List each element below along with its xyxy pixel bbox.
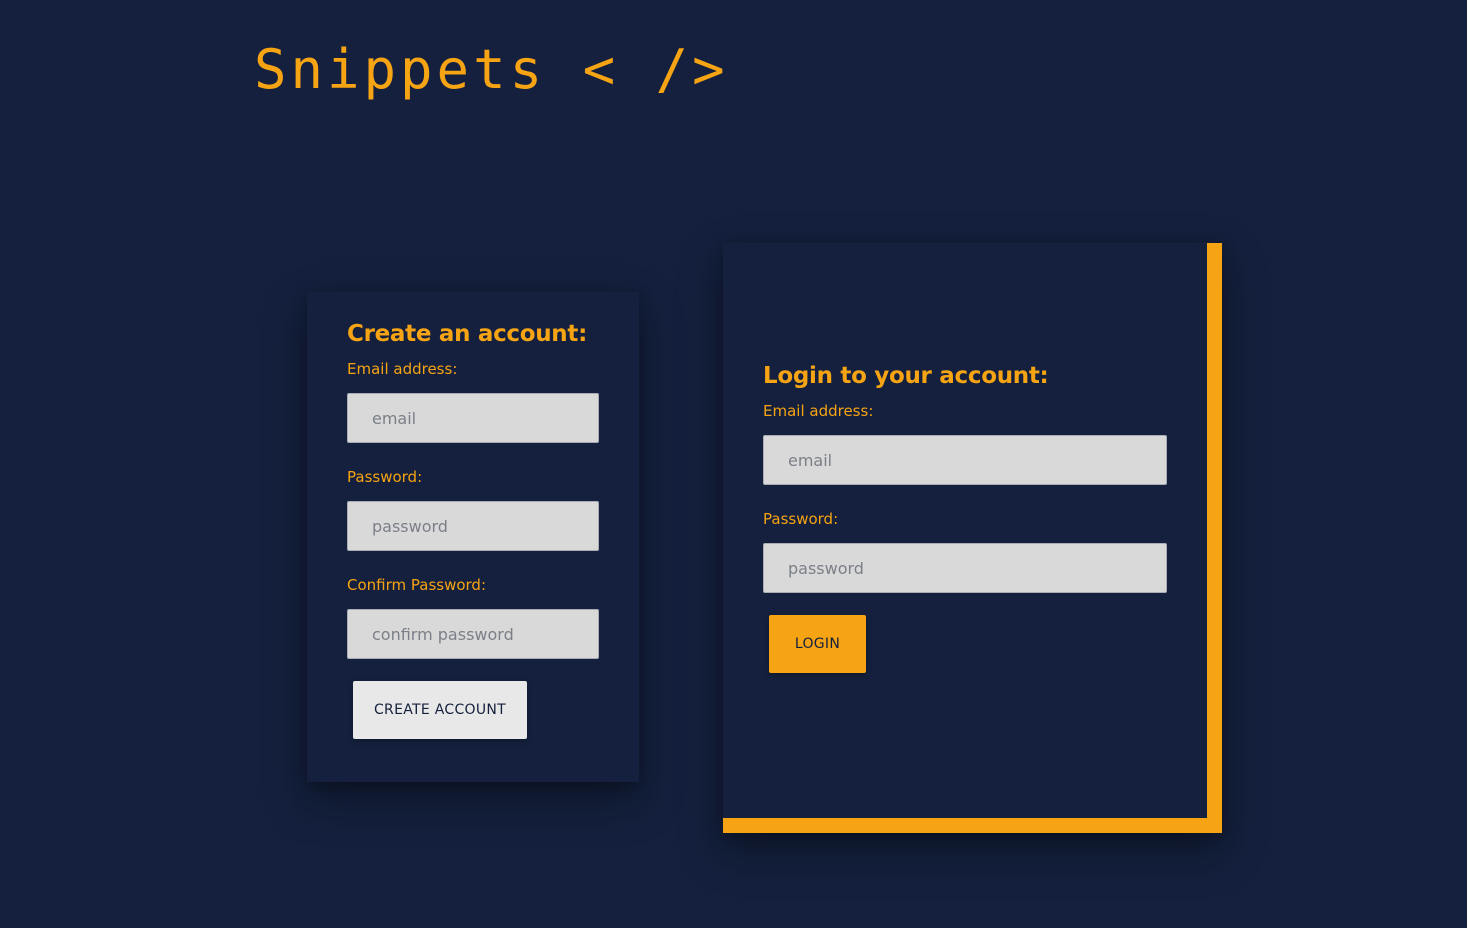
app-logo: Snippets < /> — [254, 38, 729, 101]
signup-password-label: Password: — [347, 468, 423, 486]
signup-email-input[interactable] — [347, 393, 599, 443]
login-password-label: Password: — [763, 510, 839, 528]
signup-confirm-password-input[interactable] — [347, 609, 599, 659]
create-account-button[interactable]: CREATE ACCOUNT — [353, 681, 527, 739]
login-email-input[interactable] — [763, 435, 1167, 485]
signup-card: Create an account: Email address: Passwo… — [307, 292, 639, 782]
signup-password-input[interactable] — [347, 501, 599, 551]
signup-confirm-password-label: Confirm Password: — [347, 576, 487, 594]
login-password-input[interactable] — [763, 543, 1167, 593]
signup-email-label: Email address: — [347, 360, 458, 378]
login-button[interactable]: LOGIN — [769, 615, 866, 673]
signup-heading: Create an account: — [347, 321, 587, 347]
login-email-label: Email address: — [763, 402, 874, 420]
login-heading: Login to your account: — [763, 363, 1049, 389]
login-card: Login to your account: Email address: Pa… — [723, 243, 1222, 833]
